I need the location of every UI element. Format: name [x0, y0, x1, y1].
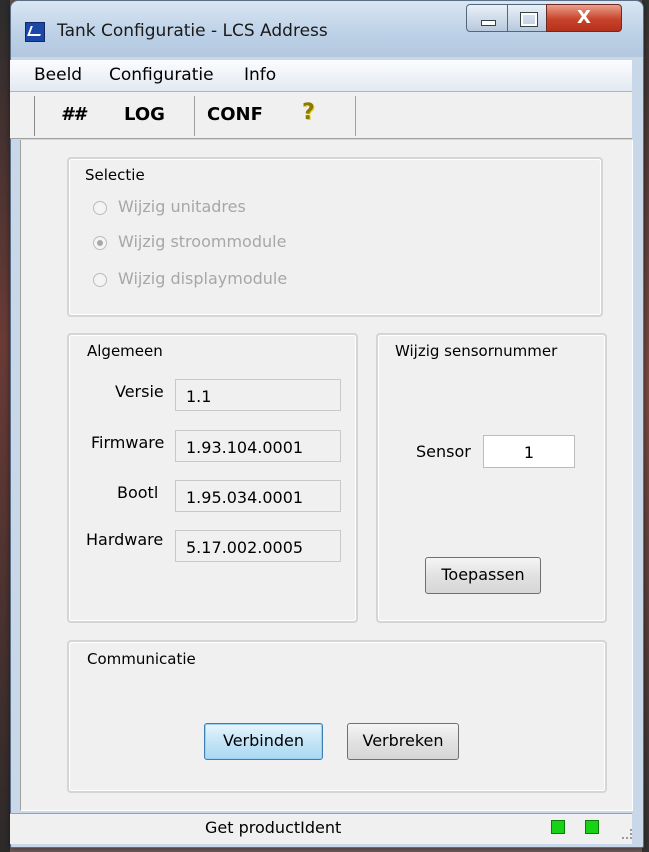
radio-stroommodule[interactable] [93, 236, 107, 250]
toolbar-log-button[interactable]: LOG [124, 104, 165, 125]
toolbar [10, 92, 632, 139]
close-icon: X [577, 7, 591, 28]
menu-configuratie[interactable]: Configuratie [109, 65, 214, 85]
sensor-input[interactable]: 1 [483, 435, 575, 468]
toepassen-button[interactable]: Toepassen [425, 557, 541, 594]
menu-beeld[interactable]: Beeld [34, 65, 82, 85]
window-title: Tank Configuratie - LCS Address [57, 21, 328, 41]
hardware-field: 5.17.002.0005 [175, 530, 341, 562]
sensor-title: Wijzig sensornummer [393, 342, 560, 360]
versie-field: 1.1 [175, 379, 341, 411]
close-button[interactable]: X [546, 4, 622, 32]
hardware-label: Hardware [86, 530, 164, 549]
menu-bar: Beeld Configuratie Info [10, 60, 632, 92]
maximize-button[interactable] [507, 4, 547, 32]
toolbar-conf-button[interactable]: CONF [207, 104, 263, 125]
status-led-2 [585, 820, 599, 834]
toolbar-hash-button[interactable]: ## [61, 104, 86, 125]
algemeen-title: Algemeen [85, 342, 165, 360]
toolbar-separator [194, 96, 195, 136]
radio-stroommodule-label[interactable]: Wijzig stroommodule [118, 232, 286, 251]
verbinden-button[interactable]: Verbinden [204, 723, 323, 760]
menu-info[interactable]: Info [244, 65, 276, 85]
firmware-field: 1.93.104.0001 [175, 430, 341, 462]
desktop-background [0, 0, 10, 852]
versie-label: Versie [115, 382, 164, 401]
radio-displaymodule-label[interactable]: Wijzig displaymodule [118, 269, 287, 288]
toolbar-separator-end [355, 96, 356, 136]
status-led-1 [551, 820, 565, 834]
bootl-field: 1.95.034.0001 [175, 480, 341, 512]
communicatie-title: Communicatie [85, 650, 198, 668]
resize-grip-icon[interactable] [622, 829, 632, 839]
toolbar-grip [34, 96, 35, 136]
firmware-label: Firmware [91, 433, 165, 452]
minimize-icon [481, 20, 496, 26]
radio-unitadres-label[interactable]: Wijzig unitadres [118, 197, 246, 216]
sensor-label: Sensor [416, 442, 471, 461]
app-icon[interactable] [25, 22, 45, 42]
radio-displaymodule[interactable] [93, 273, 107, 287]
status-text: Get productIdent [205, 818, 342, 837]
radio-unitadres[interactable] [93, 201, 107, 215]
selectie-title: Selectie [83, 166, 147, 184]
help-icon[interactable]: ? [302, 100, 315, 125]
algemeen-group [67, 333, 358, 623]
bootl-label: Bootl [117, 483, 159, 502]
minimize-button[interactable] [466, 4, 508, 32]
verbreken-button[interactable]: Verbreken [347, 723, 459, 760]
maximize-icon [520, 12, 538, 27]
